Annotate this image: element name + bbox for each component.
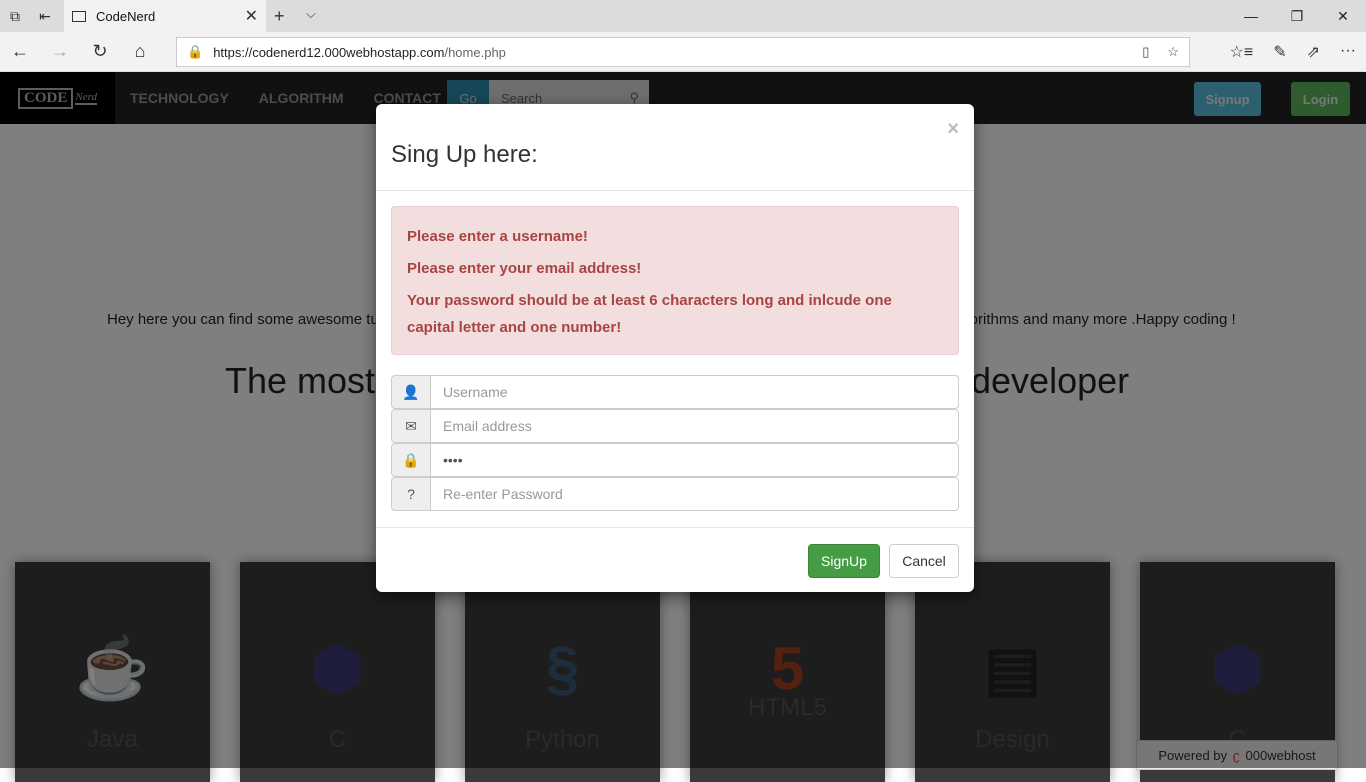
set-tabs-aside-icon[interactable]: ⇤ bbox=[30, 8, 60, 25]
user-icon: 👤 bbox=[391, 375, 430, 409]
more-icon[interactable]: ··· bbox=[1340, 42, 1356, 62]
chevron-down-icon[interactable]: ⌵ bbox=[306, 6, 316, 22]
tab-sets-icon[interactable]: ⧉ bbox=[0, 8, 30, 25]
error-username: Please enter a username! bbox=[407, 228, 588, 245]
cancel-button[interactable]: Cancel bbox=[889, 544, 959, 578]
lock-icon: 🔒 bbox=[187, 44, 204, 59]
close-icon[interactable]: × bbox=[947, 118, 959, 141]
username-input[interactable] bbox=[430, 375, 959, 409]
error-email: Please enter your email address! bbox=[407, 260, 642, 277]
pen-icon[interactable]: ✎ bbox=[1273, 42, 1286, 62]
repassword-group: ? bbox=[391, 477, 959, 511]
repassword-input[interactable] bbox=[430, 477, 959, 511]
home-icon[interactable]: ⌂ bbox=[120, 41, 160, 62]
email-group: ✉ bbox=[391, 409, 959, 443]
error-password: Your password should be at least 6 chara… bbox=[407, 292, 892, 336]
minimize-icon[interactable]: — bbox=[1228, 0, 1274, 32]
favorite-star-icon[interactable]: ☆ bbox=[1167, 44, 1179, 60]
signup-modal: Sing Up here: × Please enter a username! … bbox=[376, 104, 974, 592]
page-icon bbox=[72, 10, 86, 22]
email-input[interactable] bbox=[430, 409, 959, 443]
tab-codenerd[interactable]: CodeNerd ✕ bbox=[64, 0, 266, 32]
reading-view-icon[interactable]: ▯ bbox=[1142, 44, 1149, 60]
address-bar-row: ← → ↻ ⌂ 🔒 https://codenerd12.000webhostap… bbox=[0, 32, 1366, 72]
envelope-icon: ✉ bbox=[391, 409, 430, 443]
back-icon[interactable]: ← bbox=[0, 41, 40, 62]
close-window-icon[interactable]: ✕ bbox=[1320, 0, 1366, 32]
tab-title: CodeNerd bbox=[96, 8, 156, 24]
username-group: 👤 bbox=[391, 375, 959, 409]
favorites-icon[interactable]: ☆≡ bbox=[1230, 42, 1254, 62]
lock-icon: 🔒 bbox=[391, 443, 430, 477]
error-alert: Please enter a username! Please enter yo… bbox=[391, 206, 959, 355]
url-field[interactable]: 🔒 https://codenerd12.000webhostapp.com/ho… bbox=[176, 37, 1190, 67]
forward-icon[interactable]: → bbox=[40, 41, 80, 62]
password-input[interactable] bbox=[430, 443, 959, 477]
new-tab-icon[interactable]: + bbox=[274, 6, 285, 27]
close-tab-icon[interactable]: ✕ bbox=[245, 6, 258, 26]
refresh-icon[interactable]: ↻ bbox=[80, 41, 120, 62]
modal-title: Sing Up here: bbox=[391, 141, 538, 168]
question-icon: ? bbox=[391, 477, 430, 511]
share-icon[interactable]: ⇗ bbox=[1307, 42, 1320, 62]
password-group: 🔒 bbox=[391, 443, 959, 477]
tab-bar: ⧉ ⇤ CodeNerd ✕ + ⌵ — ❐ ✕ bbox=[0, 0, 1366, 32]
url-host: https://codenerd12.000webhostapp.com bbox=[213, 44, 445, 60]
restore-icon[interactable]: ❐ bbox=[1274, 0, 1320, 32]
signup-button[interactable]: SignUp bbox=[808, 544, 880, 578]
url-path: /home.php bbox=[444, 44, 506, 60]
